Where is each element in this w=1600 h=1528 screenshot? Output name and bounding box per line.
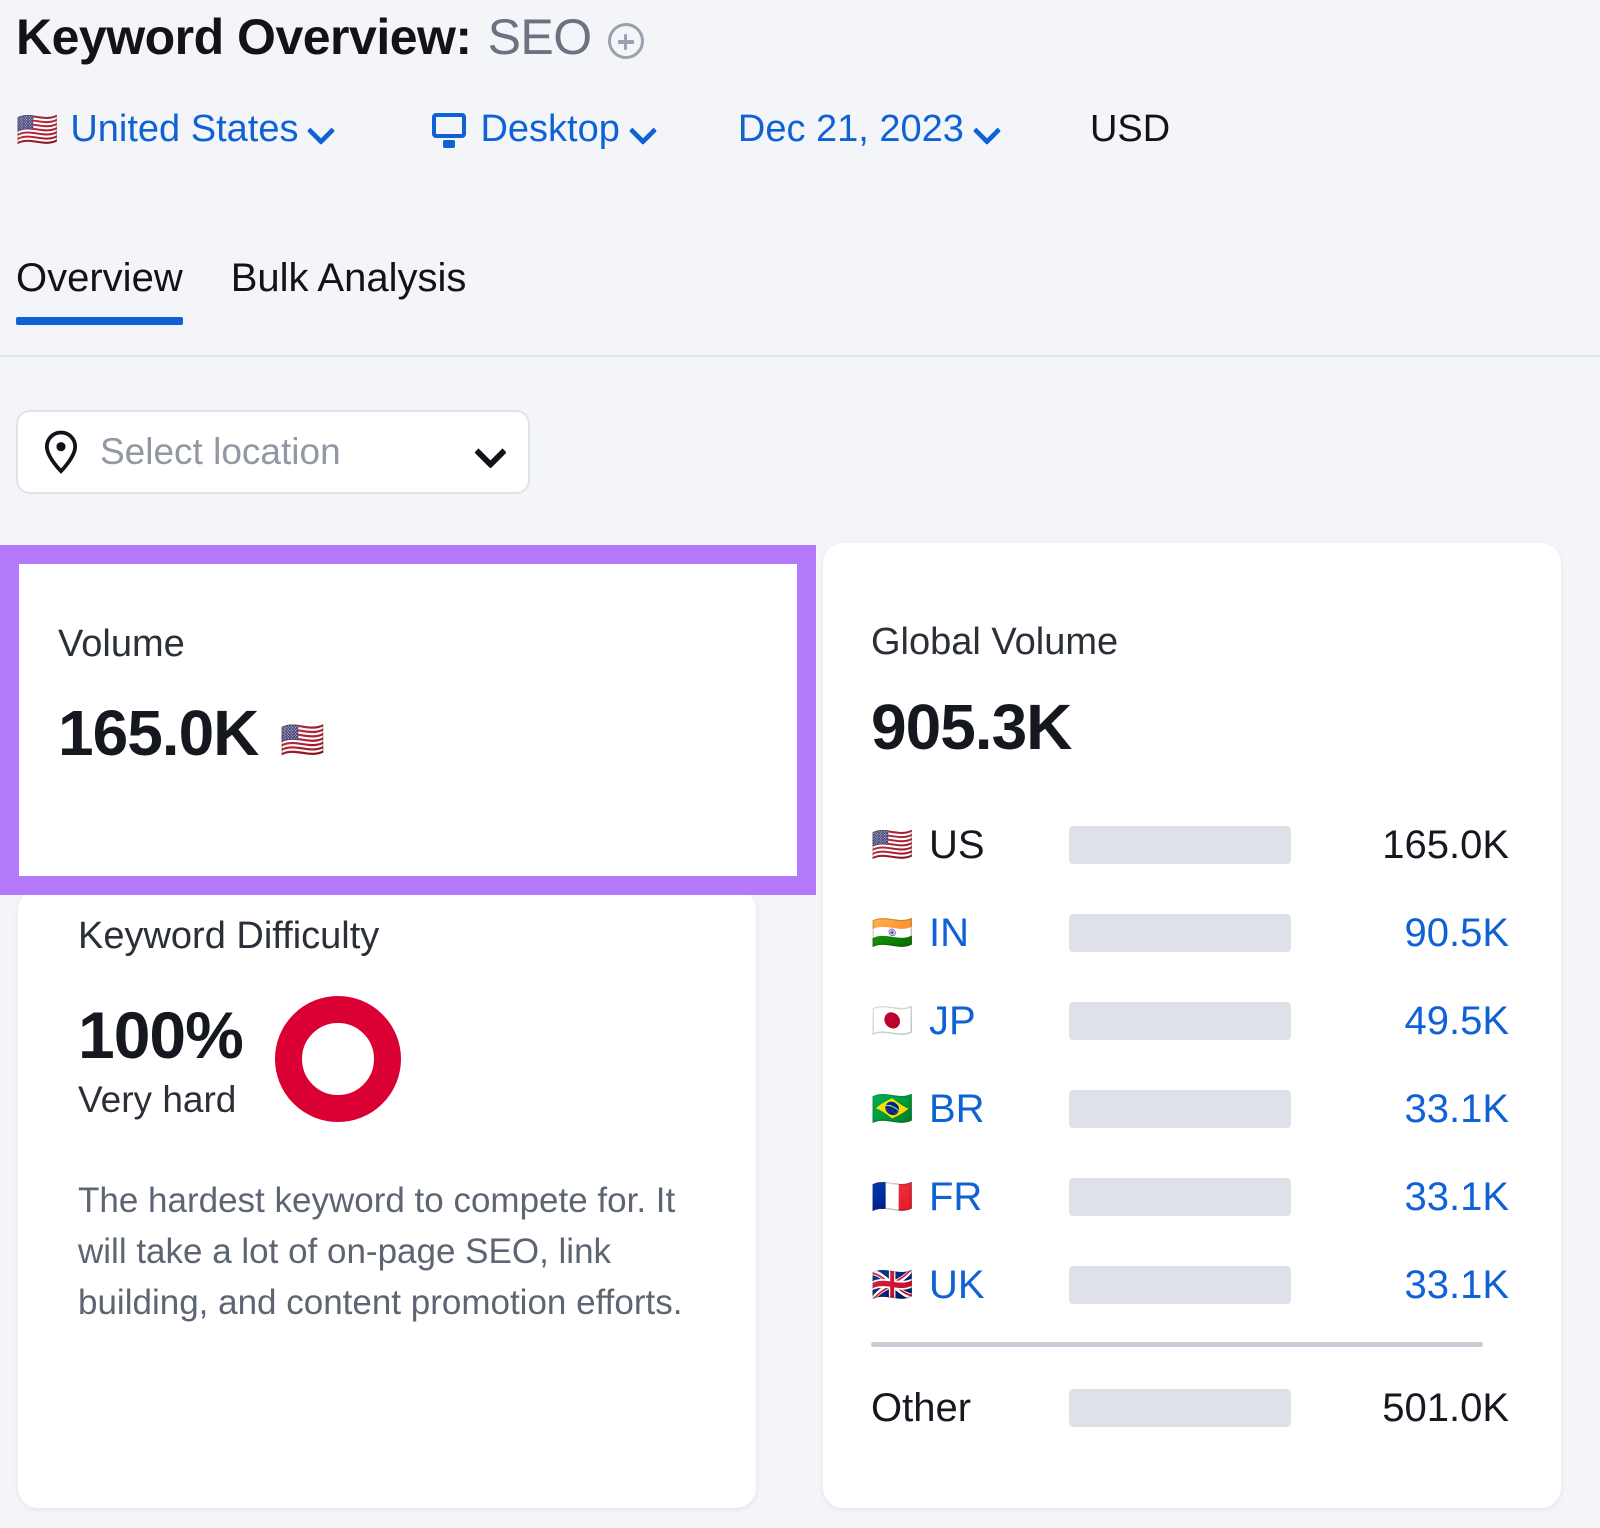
page-title: Keyword Overview: SEO bbox=[16, 8, 644, 66]
keyword-overview-page: Keyword Overview: SEO 🇺🇸 United States D… bbox=[0, 0, 1600, 1528]
country-filter[interactable]: 🇺🇸 United States bbox=[16, 108, 332, 151]
select-location-dropdown[interactable]: Select location bbox=[16, 410, 530, 494]
us-flag-icon: 🇺🇸 bbox=[16, 113, 58, 147]
keyword-difficulty-metric-row: 100% Very hard bbox=[78, 996, 716, 1122]
global-volume-country-list: 🇺🇸US165.0K🇮🇳IN90.5K🇯🇵JP49.5K🇧🇷BR33.1K🇫🇷F… bbox=[871, 814, 1513, 1316]
volume-card: Volume 165.0K 🇺🇸 bbox=[18, 563, 798, 877]
us-flag-icon: 🇺🇸 bbox=[280, 723, 325, 759]
other-row-label: Other bbox=[871, 1386, 1069, 1431]
country-flag-icon: 🇮🇳 bbox=[871, 916, 929, 950]
device-filter[interactable]: Desktop bbox=[430, 108, 653, 151]
chevron-down-icon bbox=[976, 119, 998, 141]
country-filter-label: United States bbox=[70, 108, 298, 151]
country-code-link[interactable]: JP bbox=[929, 999, 1069, 1044]
keyword-difficulty-percent: 100% bbox=[78, 997, 243, 1073]
desktop-monitor-icon bbox=[430, 111, 468, 149]
global-volume-label: Global Volume bbox=[871, 621, 1513, 664]
date-filter-label: Dec 21, 2023 bbox=[738, 108, 964, 151]
tab-overview[interactable]: Overview bbox=[16, 256, 183, 315]
country-volume-value[interactable]: 33.1K bbox=[1291, 1175, 1513, 1220]
country-code-link[interactable]: BR bbox=[929, 1087, 1069, 1132]
global-volume-card: Global Volume 905.3K 🇺🇸US 165.0K 🇮🇳IN 90.5K… bbox=[823, 543, 1561, 1508]
country-volume-value[interactable]: 33.1K bbox=[1291, 1087, 1513, 1132]
device-filter-label: Desktop bbox=[480, 108, 619, 151]
country-volume-value[interactable]: 49.5K bbox=[1291, 999, 1513, 1044]
country-bar-track bbox=[1069, 1002, 1291, 1040]
global-volume-other-row: Other 501.0K bbox=[871, 1377, 1513, 1439]
select-location-placeholder: Select location bbox=[100, 431, 458, 473]
chevron-down-icon bbox=[632, 119, 654, 141]
volume-label: Volume bbox=[58, 623, 325, 666]
global-volume-content: Global Volume 905.3K 🇺🇸US 165.0K 🇮🇳IN 90.5K… bbox=[871, 621, 1513, 1465]
plus-circle-icon[interactable] bbox=[608, 23, 644, 59]
country-code-link[interactable]: UK bbox=[929, 1263, 1069, 1308]
tab-divider bbox=[0, 355, 1600, 357]
country-flag-icon: 🇧🇷 bbox=[871, 1092, 929, 1126]
keyword-difficulty-text-block: 100% Very hard bbox=[78, 997, 243, 1121]
tab-bulk-analysis[interactable]: Bulk Analysis bbox=[231, 256, 467, 315]
global-volume-row: 🇺🇸US 165.0K bbox=[871, 814, 1513, 876]
global-volume-row: 🇬🇧UK 33.1K bbox=[871, 1254, 1513, 1316]
tab-bar: Overview Bulk Analysis bbox=[16, 256, 466, 315]
country-flag-icon: 🇯🇵 bbox=[871, 1004, 929, 1038]
global-volume-row: 🇮🇳IN 90.5K bbox=[871, 902, 1513, 964]
country-bar-track bbox=[1069, 1090, 1291, 1128]
country-volume-value[interactable]: 33.1K bbox=[1291, 1263, 1513, 1308]
page-title-keyword: SEO bbox=[488, 8, 592, 66]
filters-bar: 🇺🇸 United States Desktop Dec 21, 2023 US… bbox=[16, 108, 1170, 151]
global-volume-row: 🇧🇷BR 33.1K bbox=[871, 1078, 1513, 1140]
keyword-difficulty-rating: Very hard bbox=[78, 1079, 243, 1121]
other-row-bar-track bbox=[1069, 1389, 1291, 1427]
global-volume-row: 🇫🇷FR 33.1K bbox=[871, 1166, 1513, 1228]
country-code-link: US bbox=[929, 823, 1069, 868]
country-flag-icon: 🇺🇸 bbox=[871, 828, 929, 862]
map-pin-icon bbox=[42, 430, 80, 474]
volume-value: 165.0K bbox=[58, 696, 258, 770]
global-volume-value: 905.3K bbox=[871, 690, 1513, 764]
page-title-prefix: Keyword Overview: bbox=[16, 8, 472, 66]
currency-filter-label: USD bbox=[1090, 108, 1170, 151]
country-bar-track bbox=[1069, 1178, 1291, 1216]
country-code-link[interactable]: IN bbox=[929, 911, 1069, 956]
date-filter[interactable]: Dec 21, 2023 bbox=[738, 108, 998, 151]
chevron-down-icon bbox=[310, 119, 332, 141]
global-volume-row: 🇯🇵JP 49.5K bbox=[871, 990, 1513, 1052]
country-flag-icon: 🇬🇧 bbox=[871, 1268, 929, 1302]
country-bar-track bbox=[1069, 826, 1291, 864]
currency-label: USD bbox=[1090, 108, 1170, 151]
keyword-difficulty-content: Keyword Difficulty 100% Very hard The ha… bbox=[78, 915, 716, 1328]
chevron-down-icon bbox=[478, 439, 504, 465]
keyword-difficulty-description: The hardest keyword to compete for. It w… bbox=[78, 1176, 693, 1328]
keyword-difficulty-label: Keyword Difficulty bbox=[78, 915, 716, 958]
global-volume-divider bbox=[871, 1342, 1483, 1347]
country-bar-track bbox=[1069, 914, 1291, 952]
volume-card-content: Volume 165.0K 🇺🇸 bbox=[58, 623, 325, 770]
volume-value-row: 165.0K 🇺🇸 bbox=[58, 696, 325, 770]
country-volume-value[interactable]: 90.5K bbox=[1291, 911, 1513, 956]
keyword-difficulty-card: Keyword Difficulty 100% Very hard The ha… bbox=[18, 890, 756, 1508]
other-row-value: 501.0K bbox=[1291, 1386, 1513, 1431]
country-flag-icon: 🇫🇷 bbox=[871, 1180, 929, 1214]
country-bar-track bbox=[1069, 1266, 1291, 1304]
country-code-link[interactable]: FR bbox=[929, 1175, 1069, 1220]
keyword-difficulty-donut-gauge bbox=[275, 996, 401, 1122]
country-volume-value: 165.0K bbox=[1291, 823, 1513, 868]
